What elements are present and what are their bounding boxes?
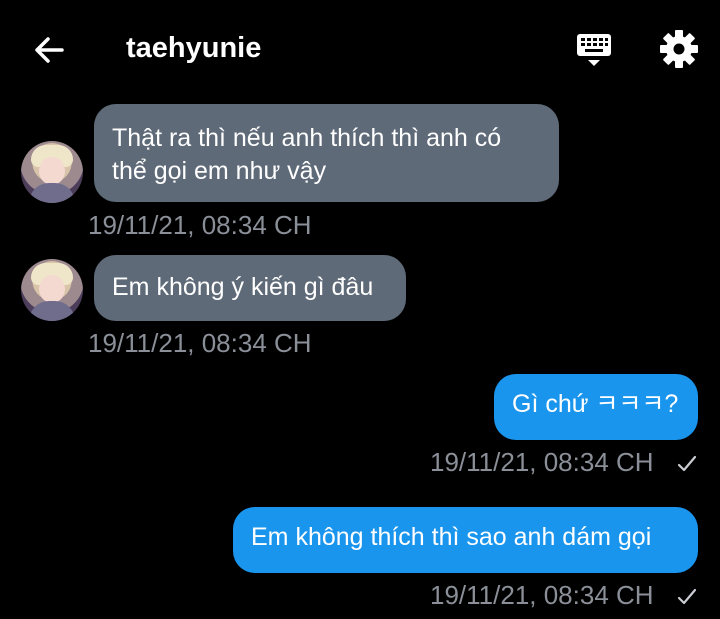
keyboard-icon <box>577 34 611 66</box>
arrow-left-icon <box>35 37 64 63</box>
keyboard-button[interactable] <box>572 28 616 72</box>
message-text: Em không thích thì sao anh dám gọi <box>251 523 652 551</box>
avatar[interactable] <box>21 141 83 203</box>
check-icon <box>677 455 697 472</box>
message-text: Em không ý kiến gì đâu <box>112 273 374 301</box>
message-text-line: Thật ra thì nếu anh thích thì anh có <box>112 124 502 152</box>
back-button[interactable] <box>28 28 72 72</box>
message-text-line: thể gọi em như vậy <box>112 157 327 185</box>
chat-header: taehyunie <box>0 0 720 96</box>
gear-icon <box>660 30 698 68</box>
message-timestamp: 19/11/21, 08:34 CH <box>430 447 654 477</box>
check-icon <box>677 588 697 605</box>
message-text: Gì chứ ㅋㅋㅋ? <box>512 390 679 418</box>
message-timestamp: 19/11/21, 08:34 CH <box>430 580 654 610</box>
outgoing-message-bubble[interactable]: Em không thích thì sao anh dám gọi <box>233 507 698 573</box>
outgoing-message-bubble[interactable]: Gì chứ ㅋㅋㅋ? <box>494 374 698 440</box>
avatar[interactable] <box>21 259 83 321</box>
message-timestamp: 19/11/21, 08:34 CH <box>88 210 312 240</box>
message-timestamp: 19/11/21, 08:34 CH <box>88 328 312 358</box>
incoming-message-bubble[interactable]: Em không ý kiến gì đâu <box>94 255 406 321</box>
incoming-message-bubble[interactable]: Thật ra thì nếu anh thích thì anh có thể… <box>94 104 559 202</box>
settings-button[interactable] <box>656 26 702 72</box>
chat-title: taehyunie <box>126 32 262 64</box>
